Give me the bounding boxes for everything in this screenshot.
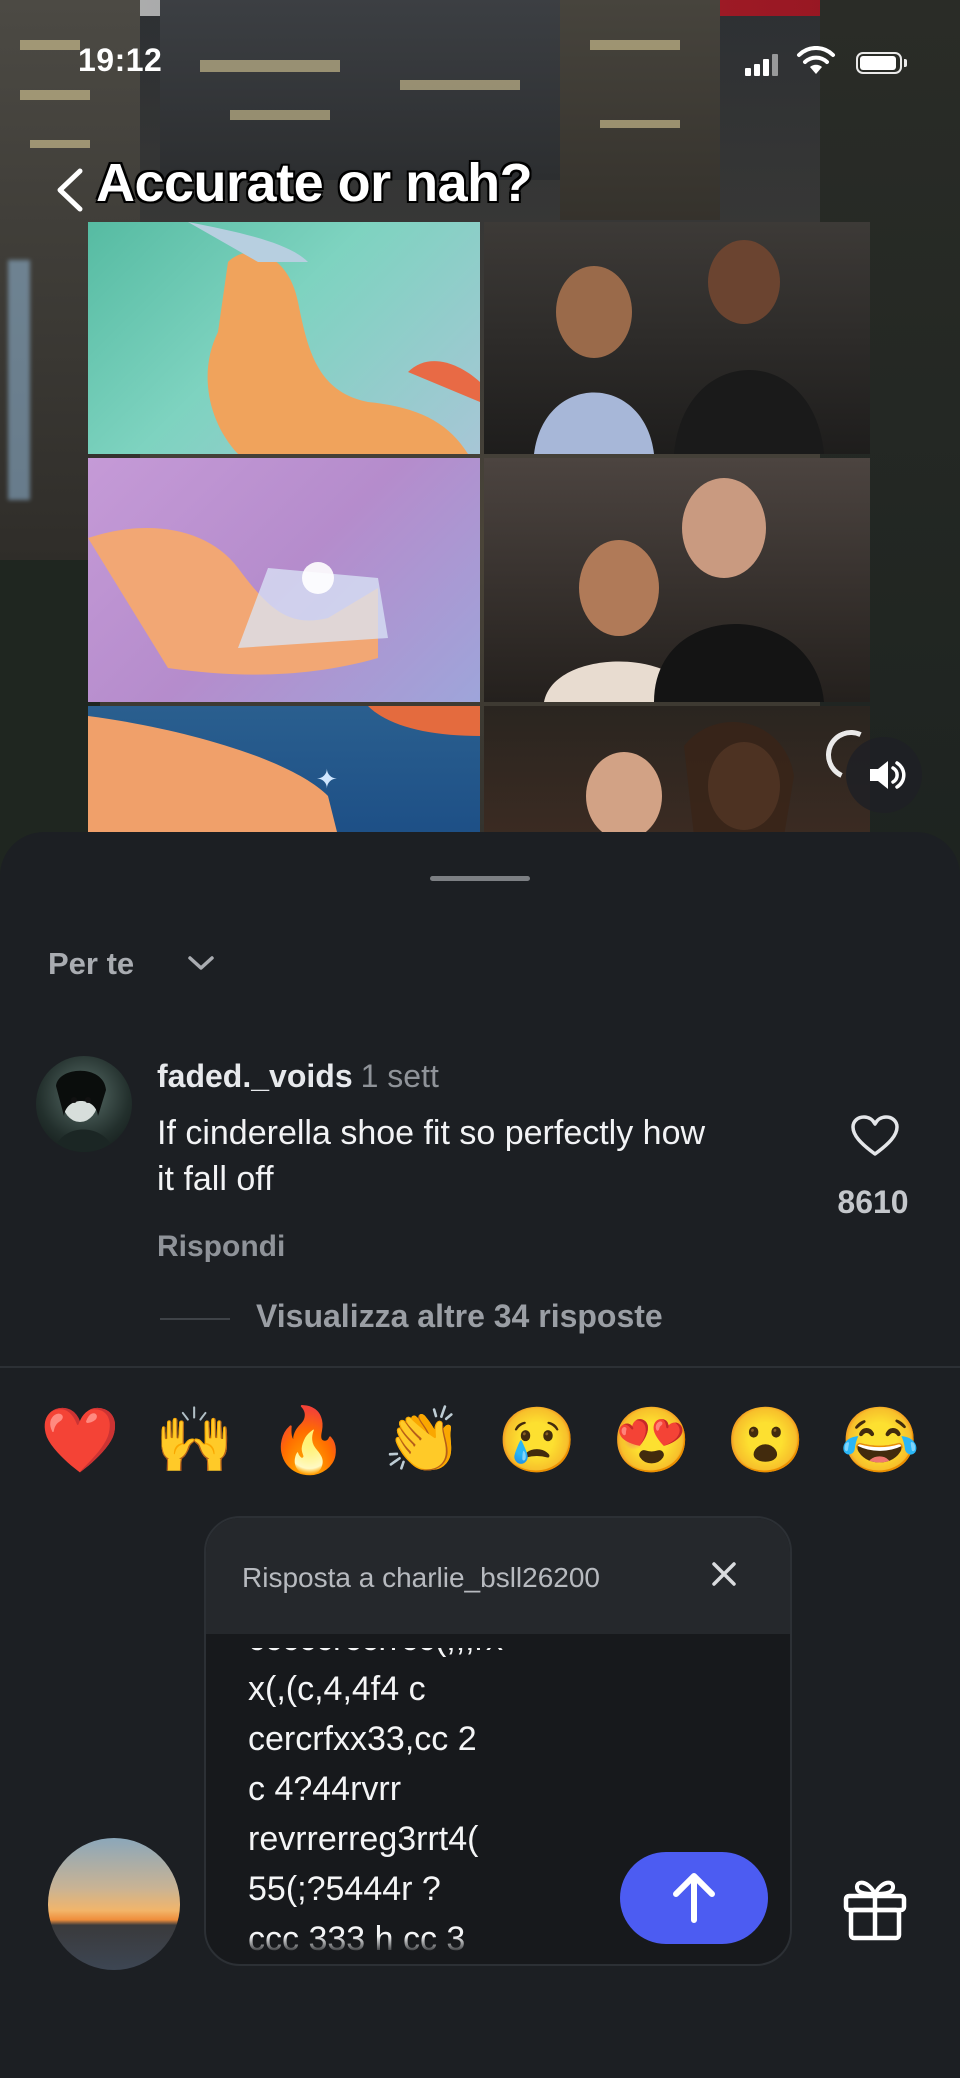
battery-icon: [856, 52, 907, 74]
draft-clip-bottom: [248, 1936, 588, 1954]
comment-text-input[interactable]: cccccrccrrcc(,,,rx x(,(c,4,4f4 c cercrfx…: [248, 1636, 588, 1954]
reaction-raised-hands[interactable]: 🙌: [154, 1400, 234, 1480]
svg-text:✦: ✦: [316, 764, 338, 794]
reply-button[interactable]: Rispondi: [157, 1230, 285, 1264]
reaction-crying-face[interactable]: 😢: [497, 1400, 577, 1480]
comment-timestamp: 1 sett: [360, 1058, 439, 1094]
cartoon-shoe-panel-top: [88, 222, 480, 454]
reply-composer: Risposta a charlie_bsll26200 cccccrccrrc…: [204, 1516, 792, 1966]
send-button[interactable]: [620, 1852, 768, 1944]
chevron-down-icon[interactable]: [186, 952, 216, 974]
view-more-replies-link[interactable]: Visualizza altre 34 risposte: [256, 1298, 663, 1335]
status-bar: 19:12: [0, 40, 960, 84]
comments-sheet: Per te faded._voids 1 sett If cinderella …: [0, 832, 960, 2078]
reaction-clapping-hands[interactable]: 👏: [383, 1400, 463, 1480]
speaker-icon: [870, 761, 906, 789]
comment-text: If cinderella shoe fit so perfectly how …: [157, 1114, 706, 1198]
celebrity-photo-middle: [484, 458, 870, 702]
draft-clip-top: [248, 1636, 588, 1648]
reaction-surprised-face[interactable]: 😮: [726, 1400, 806, 1480]
gift-icon[interactable]: [840, 1872, 910, 1942]
comment-sort-dropdown[interactable]: Per te: [48, 946, 134, 982]
view-replies-line: [160, 1318, 230, 1320]
sheet-grabber-handle[interactable]: [430, 876, 530, 881]
quick-reactions-bar: ❤️ 🙌 🔥 👏 😢 😍 😮 😂: [40, 1400, 920, 1500]
reaction-tears-of-joy[interactable]: 😂: [840, 1400, 920, 1480]
reaction-red-heart[interactable]: ❤️: [40, 1400, 120, 1480]
draft-text[interactable]: cccccrccrrcc(,,,rx x(,(c,4,4f4 c cercrfx…: [248, 1636, 588, 1954]
sound-toggle-button[interactable]: [846, 737, 922, 813]
cellular-signal-icon: [745, 52, 779, 76]
my-profile-avatar[interactable]: [48, 1838, 180, 1970]
section-divider: [0, 1366, 960, 1368]
post-title: Accurate or nah?: [96, 153, 533, 213]
neon-sign: [8, 260, 30, 500]
building-window: [30, 140, 90, 148]
replying-to-label: Risposta a charlie_bsll26200: [242, 1562, 600, 1593]
reaction-fire[interactable]: 🔥: [269, 1400, 349, 1480]
cartoon-foot-panel-bottom: ✦: [88, 706, 480, 832]
cartoon-glass-slipper-panel: [88, 458, 480, 702]
comment-username[interactable]: faded._voids 1 sett: [157, 1058, 439, 1095]
back-chevron-icon[interactable]: [50, 165, 90, 215]
like-count: 8610: [837, 1184, 909, 1220]
replying-to-bar: Risposta a charlie_bsll26200: [206, 1518, 790, 1634]
building-window: [600, 120, 680, 128]
wifi-icon: [797, 46, 835, 74]
celebrity-photo-top: [484, 222, 870, 454]
building-window: [20, 90, 90, 100]
status-time: 19:12: [78, 42, 163, 78]
comment-author[interactable]: faded._voids: [157, 1058, 353, 1094]
building-window: [230, 110, 330, 120]
reaction-heart-eyes[interactable]: 😍: [611, 1400, 692, 1480]
commenter-avatar[interactable]: [36, 1056, 132, 1152]
close-icon[interactable]: [706, 1556, 742, 1592]
like-heart-icon[interactable]: [850, 1114, 900, 1158]
building-center-right: [560, 0, 720, 220]
post-image-collage: ✦: [88, 222, 870, 832]
arrow-up-icon: [673, 1873, 715, 1923]
celebrity-photo-bottom: [484, 706, 870, 832]
